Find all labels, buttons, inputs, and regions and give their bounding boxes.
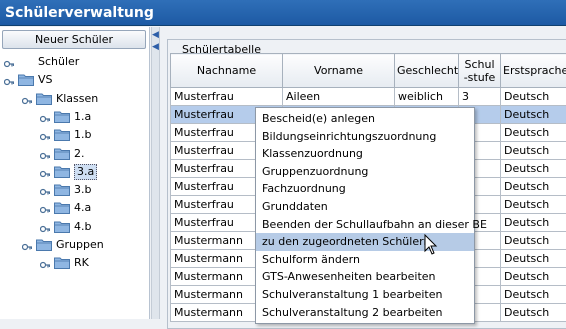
folder-icon bbox=[54, 147, 70, 160]
folder-icon bbox=[36, 238, 52, 251]
folder-icon bbox=[54, 201, 70, 214]
table-cell[interactable]: Deutsch bbox=[501, 196, 566, 214]
menu-item[interactable]: Bildungseinrichtungszuordnung bbox=[256, 128, 474, 146]
table-cell[interactable]: 3 bbox=[459, 88, 501, 106]
folder-icon bbox=[54, 256, 70, 269]
tree-item-label[interactable]: 1.b bbox=[74, 126, 91, 144]
table-cell[interactable]: Deutsch bbox=[501, 160, 566, 178]
folder-icon bbox=[54, 165, 70, 178]
table-cell[interactable]: Deutsch bbox=[501, 214, 566, 232]
table-cell[interactable]: Deutsch bbox=[501, 124, 566, 142]
key-icon[interactable] bbox=[4, 57, 14, 67]
tree-item-label[interactable]: 4.a bbox=[74, 199, 91, 217]
column-header[interactable]: Nachname bbox=[171, 54, 283, 88]
splitter[interactable]: ◀ ◀ bbox=[151, 27, 160, 319]
table-cell[interactable]: Deutsch bbox=[501, 232, 566, 250]
folder-icon bbox=[54, 183, 70, 196]
key-icon[interactable] bbox=[40, 112, 50, 122]
menu-item[interactable]: Bescheid(e) anlegen bbox=[256, 110, 474, 128]
tree-item-label[interactable]: 3.a bbox=[74, 164, 97, 180]
tree-item-label[interactable]: 1.a bbox=[74, 108, 91, 126]
folder-icon bbox=[54, 128, 70, 141]
tree-item-label[interactable]: Klassen bbox=[56, 90, 98, 108]
collapse-left-icon[interactable]: ◀ bbox=[152, 43, 159, 52]
folder-icon bbox=[54, 110, 70, 123]
table-cell[interactable]: Aileen bbox=[283, 88, 395, 106]
menu-item[interactable]: zu den zugeordneten Schülern bbox=[256, 233, 474, 251]
column-header[interactable]: Erstsprache bbox=[501, 54, 566, 88]
table-cell[interactable]: Musterfrau bbox=[171, 88, 283, 106]
tree-item-label[interactable]: RK bbox=[74, 254, 89, 272]
menu-item[interactable]: Fachzuordnung bbox=[256, 180, 474, 198]
menu-item[interactable]: Beenden der Schullaufbahn an dieser BE bbox=[256, 216, 474, 234]
column-header[interactable]: Vorname bbox=[283, 54, 395, 88]
table-cell[interactable]: Deutsch bbox=[501, 178, 566, 196]
key-icon[interactable] bbox=[40, 222, 50, 232]
key-icon[interactable] bbox=[40, 149, 50, 159]
key-icon[interactable] bbox=[40, 130, 50, 140]
collapse-left-icon[interactable]: ◀ bbox=[152, 31, 159, 40]
folder-icon bbox=[54, 220, 70, 233]
column-header[interactable]: Schul-stufe bbox=[459, 54, 501, 88]
folder-icon bbox=[18, 73, 34, 86]
table-cell[interactable]: Deutsch bbox=[501, 142, 566, 160]
app-title: Schülerverwaltung bbox=[0, 0, 566, 26]
menu-item[interactable]: Klassenzuordnung bbox=[256, 145, 474, 163]
tree-item-label[interactable]: 4.b bbox=[74, 218, 91, 236]
key-icon[interactable] bbox=[40, 258, 50, 268]
menu-item[interactable]: Schulveranstaltung 1 bearbeiten bbox=[256, 286, 474, 304]
tree-item-label[interactable]: Gruppen bbox=[56, 236, 104, 254]
context-menu: Bescheid(e) anlegenBildungseinrichtungsz… bbox=[255, 107, 475, 324]
table-cell[interactable]: Deutsch bbox=[501, 88, 566, 106]
menu-item[interactable]: Schulveranstaltung 2 bearbeiten bbox=[256, 304, 474, 322]
table-cell[interactable]: Deutsch bbox=[501, 106, 566, 124]
menu-item[interactable]: Gruppenzuordnung bbox=[256, 163, 474, 181]
left-panel: Neuer Schüler SchülerVSKlassen1.a1.b2.3.… bbox=[0, 27, 150, 319]
key-icon[interactable] bbox=[4, 75, 14, 85]
table-cell[interactable]: weiblich bbox=[395, 88, 459, 106]
folder-icon bbox=[36, 92, 52, 105]
table-cell[interactable]: Deutsch bbox=[501, 286, 566, 304]
tree-item-label[interactable]: 3.b bbox=[74, 181, 91, 199]
key-icon[interactable] bbox=[22, 94, 32, 104]
key-icon[interactable] bbox=[22, 240, 32, 250]
menu-item[interactable]: Schulform ändern bbox=[256, 251, 474, 269]
tree-item-label[interactable]: Schüler bbox=[38, 53, 79, 71]
column-header[interactable]: Geschlecht bbox=[395, 54, 459, 88]
tree-item-label[interactable]: VS bbox=[38, 71, 53, 89]
table-cell[interactable]: Deutsch bbox=[501, 268, 566, 286]
menu-item[interactable]: GTS-Anwesenheiten bearbeiten bbox=[256, 268, 474, 286]
tree-item-label[interactable]: 2. bbox=[74, 145, 85, 163]
key-icon[interactable] bbox=[40, 185, 50, 195]
mouse-pointer-icon bbox=[424, 234, 438, 256]
menu-item[interactable]: Grunddaten bbox=[256, 198, 474, 216]
key-icon[interactable] bbox=[40, 203, 50, 213]
key-icon[interactable] bbox=[40, 167, 50, 177]
table-row[interactable]: MusterfrauAileenweiblich3Deutsch bbox=[171, 88, 566, 106]
new-student-button[interactable]: Neuer Schüler bbox=[2, 30, 146, 49]
table-cell[interactable]: Deutsch bbox=[501, 250, 566, 268]
